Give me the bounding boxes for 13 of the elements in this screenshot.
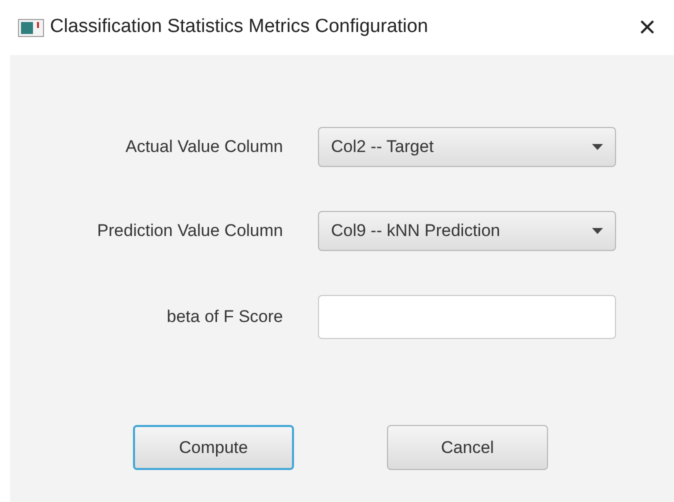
dropdown[interactable]: Col9 -- kNN Prediction bbox=[318, 211, 616, 251]
field-label: Actual Value Column bbox=[126, 136, 283, 158]
input-field[interactable] bbox=[318, 295, 616, 339]
window-title: Classification Statistics Metrics Configuration bbox=[50, 15, 430, 40]
dropdown[interactable]: Col2 -- Target bbox=[318, 127, 616, 167]
dialog-button[interactable]: Cancel bbox=[387, 425, 548, 470]
caret-icon bbox=[592, 144, 603, 150]
app-icon bbox=[18, 18, 44, 36]
field-label: Prediction Value Column bbox=[97, 220, 283, 242]
dialog-button[interactable]: Compute bbox=[133, 425, 294, 470]
field-label: beta of F Score bbox=[166, 306, 283, 328]
close-button[interactable]: × bbox=[638, 12, 656, 42]
caret-icon bbox=[592, 228, 603, 234]
